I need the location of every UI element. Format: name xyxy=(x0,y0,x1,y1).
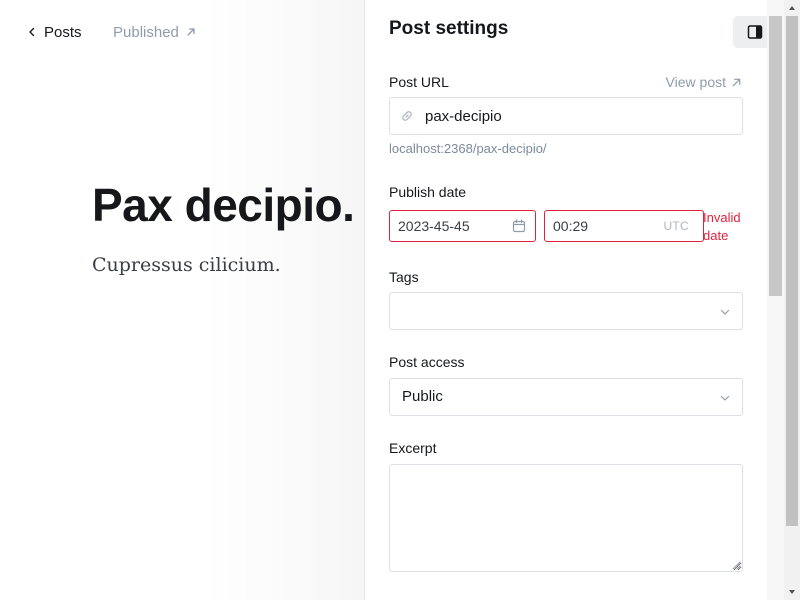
post-body[interactable]: Cupressus cilicium. xyxy=(92,254,281,276)
timezone-label: UTC xyxy=(663,219,689,233)
tags-select[interactable] xyxy=(389,292,743,330)
post-settings-panel: Post settings Post URL View post localho… xyxy=(364,0,767,600)
excerpt-textarea[interactable] xyxy=(389,464,743,572)
panel-title: Post settings xyxy=(389,18,509,39)
excerpt-label: Excerpt xyxy=(389,440,437,456)
post-access-value: Public xyxy=(402,388,443,405)
triangle-down-icon xyxy=(789,590,795,594)
post-url-field xyxy=(389,97,743,135)
publish-time-input[interactable] xyxy=(553,211,643,241)
chevron-down-icon xyxy=(720,309,730,315)
publish-time-field: UTC xyxy=(544,210,704,242)
chevron-down-icon xyxy=(720,395,730,401)
panel-scroll-thumb[interactable] xyxy=(769,16,782,296)
editor-area: Posts Published Pax decipio. Cupressus c… xyxy=(0,0,364,600)
publish-date-label: Publish date xyxy=(389,184,467,200)
post-url-label: Post URL xyxy=(389,74,449,90)
post-access-label: Post access xyxy=(389,354,465,370)
post-access-select[interactable]: Public xyxy=(389,378,743,416)
arrow-up-right-icon xyxy=(187,28,195,36)
back-link-label: Posts xyxy=(44,23,82,41)
post-url-hint: localhost:2368/pax-decipio/ xyxy=(389,141,547,156)
scroll-down-button[interactable] xyxy=(784,584,800,600)
calendar-icon[interactable] xyxy=(512,219,526,233)
editor-topbar: Posts Published xyxy=(0,0,364,64)
publish-date-field xyxy=(389,210,536,242)
chevron-left-icon xyxy=(29,27,35,37)
editor-shadow xyxy=(200,0,364,600)
tags-label: Tags xyxy=(389,269,419,285)
back-to-posts-link[interactable]: Posts xyxy=(26,22,82,42)
view-post-label: View post xyxy=(665,74,726,90)
sidebar-toggle-icon xyxy=(747,25,763,39)
link-icon xyxy=(402,111,412,121)
triangle-up-icon xyxy=(789,6,795,10)
post-title[interactable]: Pax decipio. xyxy=(92,178,364,232)
window-scroll-thumb[interactable] xyxy=(786,16,798,526)
post-url-input[interactable] xyxy=(425,98,725,134)
date-error-message: Invalid date xyxy=(703,210,741,243)
scroll-up-button[interactable] xyxy=(784,0,800,16)
post-status-link[interactable]: Published xyxy=(113,22,197,42)
publish-date-input[interactable] xyxy=(398,211,508,241)
post-status-label: Published xyxy=(113,23,179,41)
arrow-up-right-icon xyxy=(732,78,741,86)
sidebar-toggle-button[interactable] xyxy=(733,16,767,48)
view-post-link[interactable]: View post xyxy=(666,74,742,90)
